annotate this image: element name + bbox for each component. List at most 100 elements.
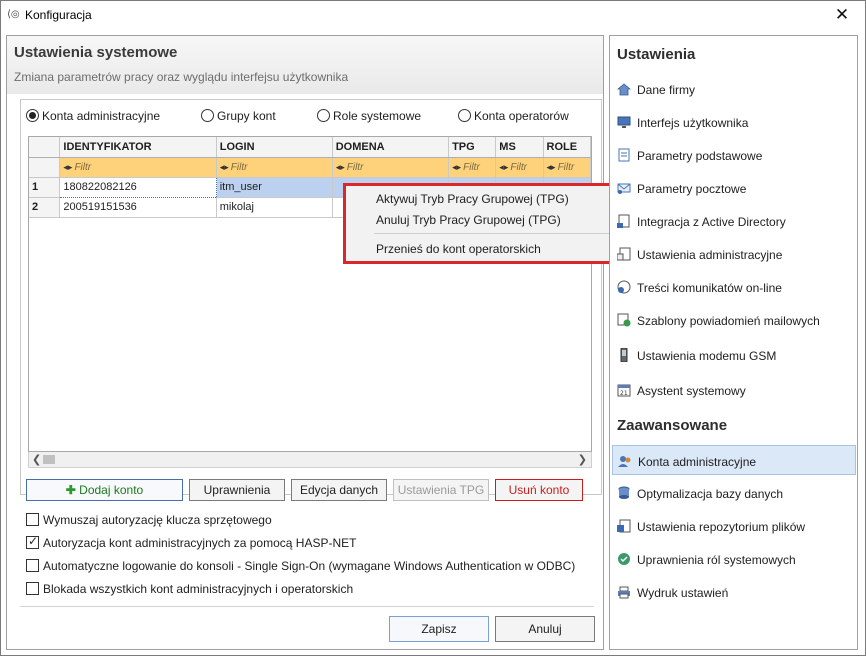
- checkbox-hardware-key[interactable]: Wymuszaj autoryzację klucza sprzętowego: [26, 513, 272, 529]
- filter-cell[interactable]: ◂▸ Filtr: [448, 157, 497, 178]
- button-label: Dodaj konto: [79, 483, 144, 497]
- filter-cell[interactable]: ◂▸ Filtr: [332, 157, 450, 178]
- sidebar-item-label: Uprawnienia ról systemowych: [637, 553, 796, 567]
- sidebar-item-label: Optymalizacja bazy danych: [637, 487, 784, 501]
- radio-dot: [26, 109, 39, 122]
- sidebar-item-system-assistant[interactable]: 21 Asystent systemowy: [612, 375, 856, 405]
- app-icon: ⟨◎: [7, 9, 20, 20]
- checkbox-hasp-net[interactable]: Autoryzacja kont administracyjnych za po…: [26, 534, 357, 552]
- plus-icon: ✚: [65, 483, 80, 497]
- sidebar-item-company-data[interactable]: Dane firmy: [612, 74, 856, 104]
- column-header-role[interactable]: ROLE: [543, 137, 591, 158]
- radio-operator-accounts[interactable]: Konta operatorów: [458, 109, 569, 125]
- sidebar-item-file-repository[interactable]: Ustawienia repozytorium plików: [612, 511, 856, 541]
- sidebar-item-admin-accounts[interactable]: Konta administracyjne: [612, 445, 856, 475]
- radio-account-groups[interactable]: Grupy kont: [201, 109, 276, 125]
- menu-item-cancel-tpg[interactable]: Anuluj Tryb Pracy Grupowej (TPG): [376, 213, 561, 227]
- directory-icon: [617, 214, 630, 228]
- filter-cell[interactable]: ◂▸ Filtr: [59, 157, 217, 178]
- radio-label: Role systemowe: [333, 109, 422, 123]
- message-icon: [617, 280, 631, 294]
- sidebar-item-label: Interfejs użytkownika: [637, 116, 749, 130]
- cell-login[interactable]: itm_user: [216, 177, 333, 198]
- filter-text: Filtr: [463, 161, 480, 173]
- window-title: Konfiguracja: [25, 8, 92, 22]
- sidebar-item-user-interface[interactable]: Interfejs użytkownika: [612, 107, 856, 137]
- column-header-login[interactable]: LOGIN: [216, 137, 333, 158]
- context-menu: Aktywuj Tryb Pracy Grupowej (TPG) Anuluj…: [343, 183, 618, 264]
- svg-text:21: 21: [620, 390, 628, 397]
- sidebar-item-label: Wydruk ustawień: [637, 586, 729, 600]
- filter-icon: ◂▸: [63, 161, 73, 172]
- settings-sidebar: Ustawienia Dane firmy Interfejs użytkown…: [609, 35, 858, 650]
- scroll-right-icon[interactable]: ❯: [578, 453, 587, 466]
- sidebar-item-basic-parameters[interactable]: Parametry podstawowe: [612, 140, 856, 170]
- sidebar-item-admin-settings[interactable]: Ustawienia administracyjne: [612, 239, 856, 269]
- menu-item-move-to-operators[interactable]: Przenieś do kont operatorskich: [376, 242, 541, 256]
- save-button[interactable]: Zapisz: [389, 616, 489, 642]
- cell-identifier[interactable]: 200519151536: [59, 197, 217, 218]
- filter-text: Filtr: [510, 161, 528, 173]
- filter-icon: ◂▸: [335, 161, 345, 172]
- cell-identifier[interactable]: 180822082126: [59, 176, 217, 198]
- column-header-tpg[interactable]: TPG: [448, 137, 497, 158]
- sidebar-item-print-settings[interactable]: Wydruk ustawień: [612, 577, 856, 607]
- filter-text: Filtr: [557, 161, 575, 173]
- calendar-icon: 21: [617, 384, 631, 397]
- menu-item-activate-tpg[interactable]: Aktywuj Tryb Pracy Grupowej (TPG): [376, 192, 569, 206]
- radio-system-roles[interactable]: Role systemowe: [317, 109, 421, 125]
- horizontal-scrollbar[interactable]: ❮ ❯: [28, 452, 592, 468]
- checkbox-box: [26, 513, 39, 526]
- sidebar-item-role-permissions[interactable]: Uprawnienia ról systemowych: [612, 544, 856, 574]
- delete-account-button[interactable]: Usuń konto: [495, 479, 583, 501]
- panel-title: Ustawienia systemowe: [14, 44, 178, 61]
- panel-header: Ustawienia systemowe Zmiana parametrów p…: [7, 36, 603, 94]
- radio-label: Konta administracyjne: [42, 109, 161, 123]
- section-title-advanced: Zaawansowane: [617, 417, 728, 434]
- sidebar-item-online-messages[interactable]: Treści komunikatów on-line: [612, 272, 856, 302]
- filter-cell[interactable]: ◂▸ Filtr: [216, 157, 333, 178]
- radio-admin-accounts[interactable]: Konta administracyjne: [26, 109, 160, 125]
- checkbox-block-all[interactable]: Blokada wszystkich kont administracyjnyc…: [26, 582, 353, 598]
- sidebar-item-db-optimization[interactable]: Optymalizacja bazy danych: [612, 478, 856, 508]
- edit-data-button[interactable]: Edycja danych: [291, 479, 387, 501]
- filter-icon: ◂▸: [499, 161, 509, 172]
- filter-text: Filtr: [74, 161, 92, 173]
- permissions-button[interactable]: Uprawnienia: [189, 479, 285, 501]
- filter-cell[interactable]: ◂▸ Filtr: [495, 157, 544, 178]
- sidebar-item-label: Dane firmy: [637, 83, 696, 97]
- monitor-icon: [617, 116, 631, 128]
- column-header-identifier[interactable]: IDENTYFIKATOR: [59, 137, 217, 158]
- checkbox-label: Autoryzacja kont administracyjnych za po…: [43, 536, 357, 550]
- column-header-domain[interactable]: DOMENA: [332, 137, 450, 158]
- scroll-left-icon[interactable]: ❮: [32, 453, 41, 466]
- column-header-ms[interactable]: MS: [495, 137, 544, 158]
- close-button[interactable]: ✕: [819, 1, 865, 30]
- checkbox-label: Blokada wszystkich kont administracyjnyc…: [43, 582, 354, 596]
- settings-doc-icon: [618, 148, 630, 162]
- phone-icon: [620, 348, 628, 362]
- add-account-button[interactable]: ✚ Dodaj konto: [26, 479, 183, 501]
- users-icon: [618, 456, 631, 467]
- sidebar-item-mail-parameters[interactable]: Parametry pocztowe: [612, 173, 856, 203]
- tpg-settings-button: Ustawienia TPG: [393, 479, 489, 501]
- filter-cell[interactable]: ◂▸ Filtr: [543, 157, 591, 178]
- sidebar-item-label: Asystent systemowy: [637, 384, 746, 398]
- section-title-settings: Ustawienia: [617, 46, 696, 63]
- row-num-header: [29, 137, 61, 158]
- roles-icon: [618, 553, 630, 565]
- scroll-thumb[interactable]: [43, 455, 55, 464]
- sidebar-item-mail-templates[interactable]: Szablony powiadomień mailowych: [612, 305, 856, 335]
- filter-text: Filtr: [230, 161, 248, 173]
- cell-login[interactable]: mikolaj: [216, 197, 333, 218]
- sidebar-item-active-directory[interactable]: Integracja z Active Directory: [612, 206, 856, 236]
- checkbox-sso[interactable]: Automatyczne logowanie do konsoli - Sing…: [26, 559, 575, 575]
- database-icon: [618, 486, 630, 499]
- sidebar-item-label: Treści komunikatów on-line: [637, 281, 782, 295]
- checkbox-label: Wymuszaj autoryzację klucza sprzętowego: [43, 513, 272, 527]
- cancel-button[interactable]: Anuluj: [495, 616, 595, 642]
- repository-icon: [617, 519, 631, 533]
- radio-dot: [458, 109, 471, 122]
- mail-icon: [617, 183, 631, 194]
- sidebar-item-gsm-modem[interactable]: Ustawienia modemu GSM: [612, 340, 856, 370]
